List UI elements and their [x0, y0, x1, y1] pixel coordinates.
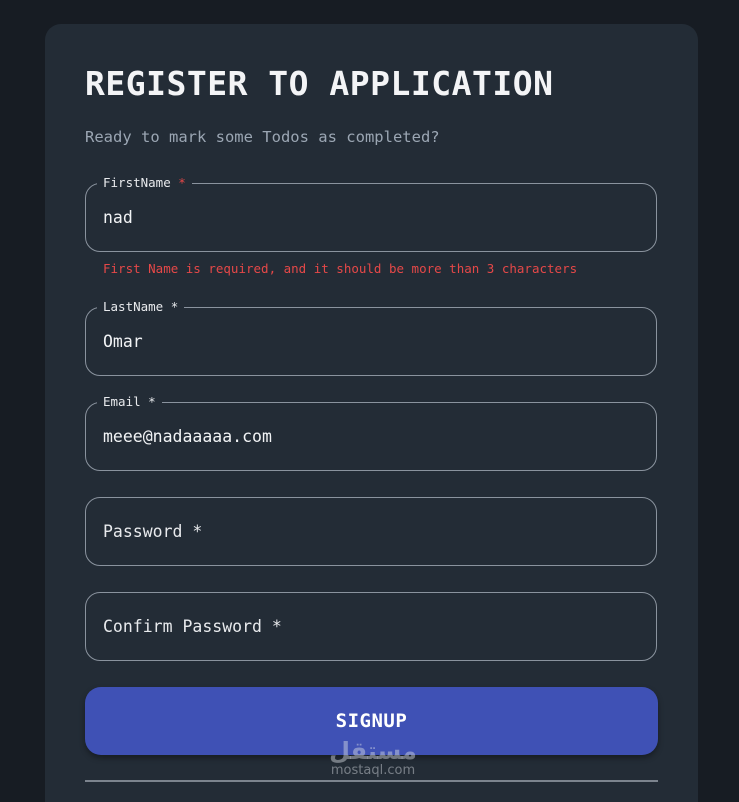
password-placeholder: Password * — [103, 522, 203, 541]
email-value: meee@nadaaaaa.com — [103, 427, 272, 446]
confirm-password-field[interactable]: Confirm Password * — [85, 592, 657, 661]
lastname-required-mark: * — [170, 299, 179, 314]
password-field[interactable]: Password * — [85, 497, 657, 566]
register-card: REGISTER TO APPLICATION Ready to mark so… — [45, 24, 698, 802]
firstname-required-mark: * — [178, 175, 186, 190]
confirm-password-placeholder: Confirm Password * — [103, 617, 282, 636]
divider — [85, 780, 658, 782]
page-subtitle: Ready to mark some Todos as completed? — [85, 128, 440, 146]
lastname-value: Omar — [103, 332, 143, 351]
signup-button[interactable]: SIGNUP — [85, 687, 658, 755]
email-label: Email * — [97, 394, 162, 410]
firstname-field[interactable]: FirstName * nad — [85, 175, 657, 252]
page-title: REGISTER TO APPLICATION — [85, 64, 554, 103]
page-background: REGISTER TO APPLICATION Ready to mark so… — [0, 0, 739, 802]
email-field[interactable]: Email * meee@nadaaaaa.com — [85, 394, 657, 471]
lastname-label: LastName * — [97, 299, 185, 315]
lastname-field[interactable]: LastName * Omar — [85, 299, 657, 376]
firstname-error: First Name is required, and it should be… — [103, 261, 578, 276]
email-required-mark: * — [148, 394, 156, 409]
firstname-label: FirstName * — [97, 175, 192, 191]
firstname-value: nad — [103, 208, 133, 227]
